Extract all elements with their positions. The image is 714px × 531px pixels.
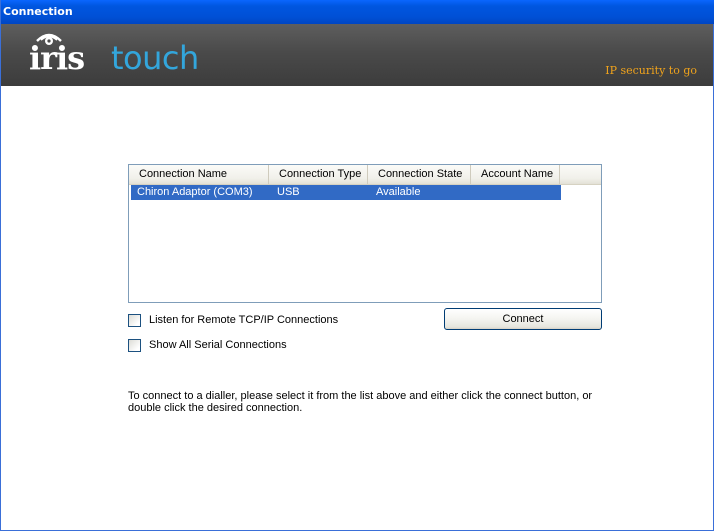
brand-banner: iris touch IP security to go (1, 24, 713, 86)
logo-touch-text: touch (111, 39, 199, 77)
column-header-connection-state[interactable]: Connection State (368, 165, 471, 184)
column-header-account-name[interactable]: Account Name (471, 165, 560, 184)
cell-connection-type: USB (277, 186, 300, 198)
cell-connection-name: Chiron Adaptor (COM3) (137, 186, 253, 198)
column-header-connection-name[interactable]: Connection Name (129, 165, 269, 184)
connect-button[interactable]: Connect (444, 308, 602, 330)
table-row[interactable]: Chiron Adaptor (COM3) USB Available (131, 185, 561, 200)
list-header: Connection Name Connection Type Connecti… (129, 165, 601, 185)
show-all-serial-label[interactable]: Show All Serial Connections (149, 339, 287, 351)
connection-window: Connection iris touch IP security to go … (0, 0, 714, 531)
tagline: IP security to go (605, 64, 697, 77)
instructions-text: To connect to a dialler, please select i… (128, 390, 593, 414)
window-title: Connection (3, 5, 73, 18)
title-bar[interactable]: Connection (1, 0, 714, 24)
column-header-connection-type[interactable]: Connection Type (269, 165, 368, 184)
cell-connection-state: Available (376, 186, 421, 198)
show-all-serial-checkbox[interactable] (128, 338, 141, 352)
listen-tcpip-checkbox[interactable] (128, 313, 141, 327)
logo-iris-text: iris (29, 39, 85, 77)
connections-list[interactable]: Connection Name Connection Type Connecti… (128, 164, 602, 303)
show-all-serial-option[interactable]: Show All Serial Connections (128, 338, 287, 352)
listen-tcpip-option[interactable]: Listen for Remote TCP/IP Connections (128, 313, 338, 327)
listen-tcpip-label[interactable]: Listen for Remote TCP/IP Connections (149, 314, 338, 326)
